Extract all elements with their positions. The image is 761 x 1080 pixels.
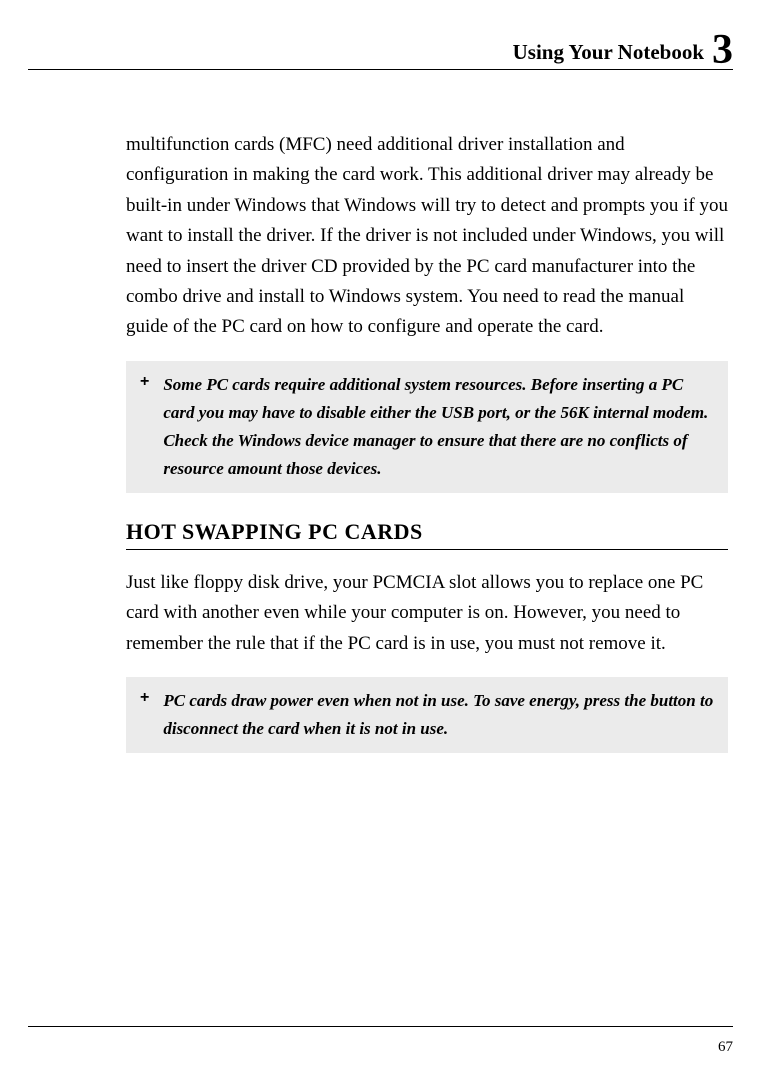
body-paragraph: multifunction cards (MFC) need additiona… xyxy=(126,130,728,343)
page-number: 67 xyxy=(718,1039,733,1055)
section-body-paragraph: Just like floppy disk drive, your PCMCIA… xyxy=(126,568,728,659)
content-area: multifunction cards (MFC) need additiona… xyxy=(28,130,733,753)
note-box: + Some PC cards require additional syste… xyxy=(126,361,728,493)
note-text: PC cards draw power even when not in use… xyxy=(163,687,714,743)
page-footer: 67 xyxy=(28,1026,733,1056)
note-marker-icon: + xyxy=(140,371,149,483)
header-chapter-number: 3 xyxy=(712,29,733,71)
header-title: Using Your Notebook xyxy=(513,40,704,65)
note-text: Some PC cards require additional system … xyxy=(163,371,714,483)
note-marker-icon: + xyxy=(140,687,149,743)
footer-line: 67 xyxy=(28,1026,733,1056)
note-box: + PC cards draw power even when not in u… xyxy=(126,677,728,753)
section-heading: HOT SWAPPING PC CARDS xyxy=(126,519,728,550)
page-header: Using Your Notebook 3 xyxy=(28,25,733,70)
section-heading-text: HOT SWAPPING PC CARDS xyxy=(126,519,423,544)
page: Using Your Notebook 3 multifunction card… xyxy=(0,0,761,1080)
